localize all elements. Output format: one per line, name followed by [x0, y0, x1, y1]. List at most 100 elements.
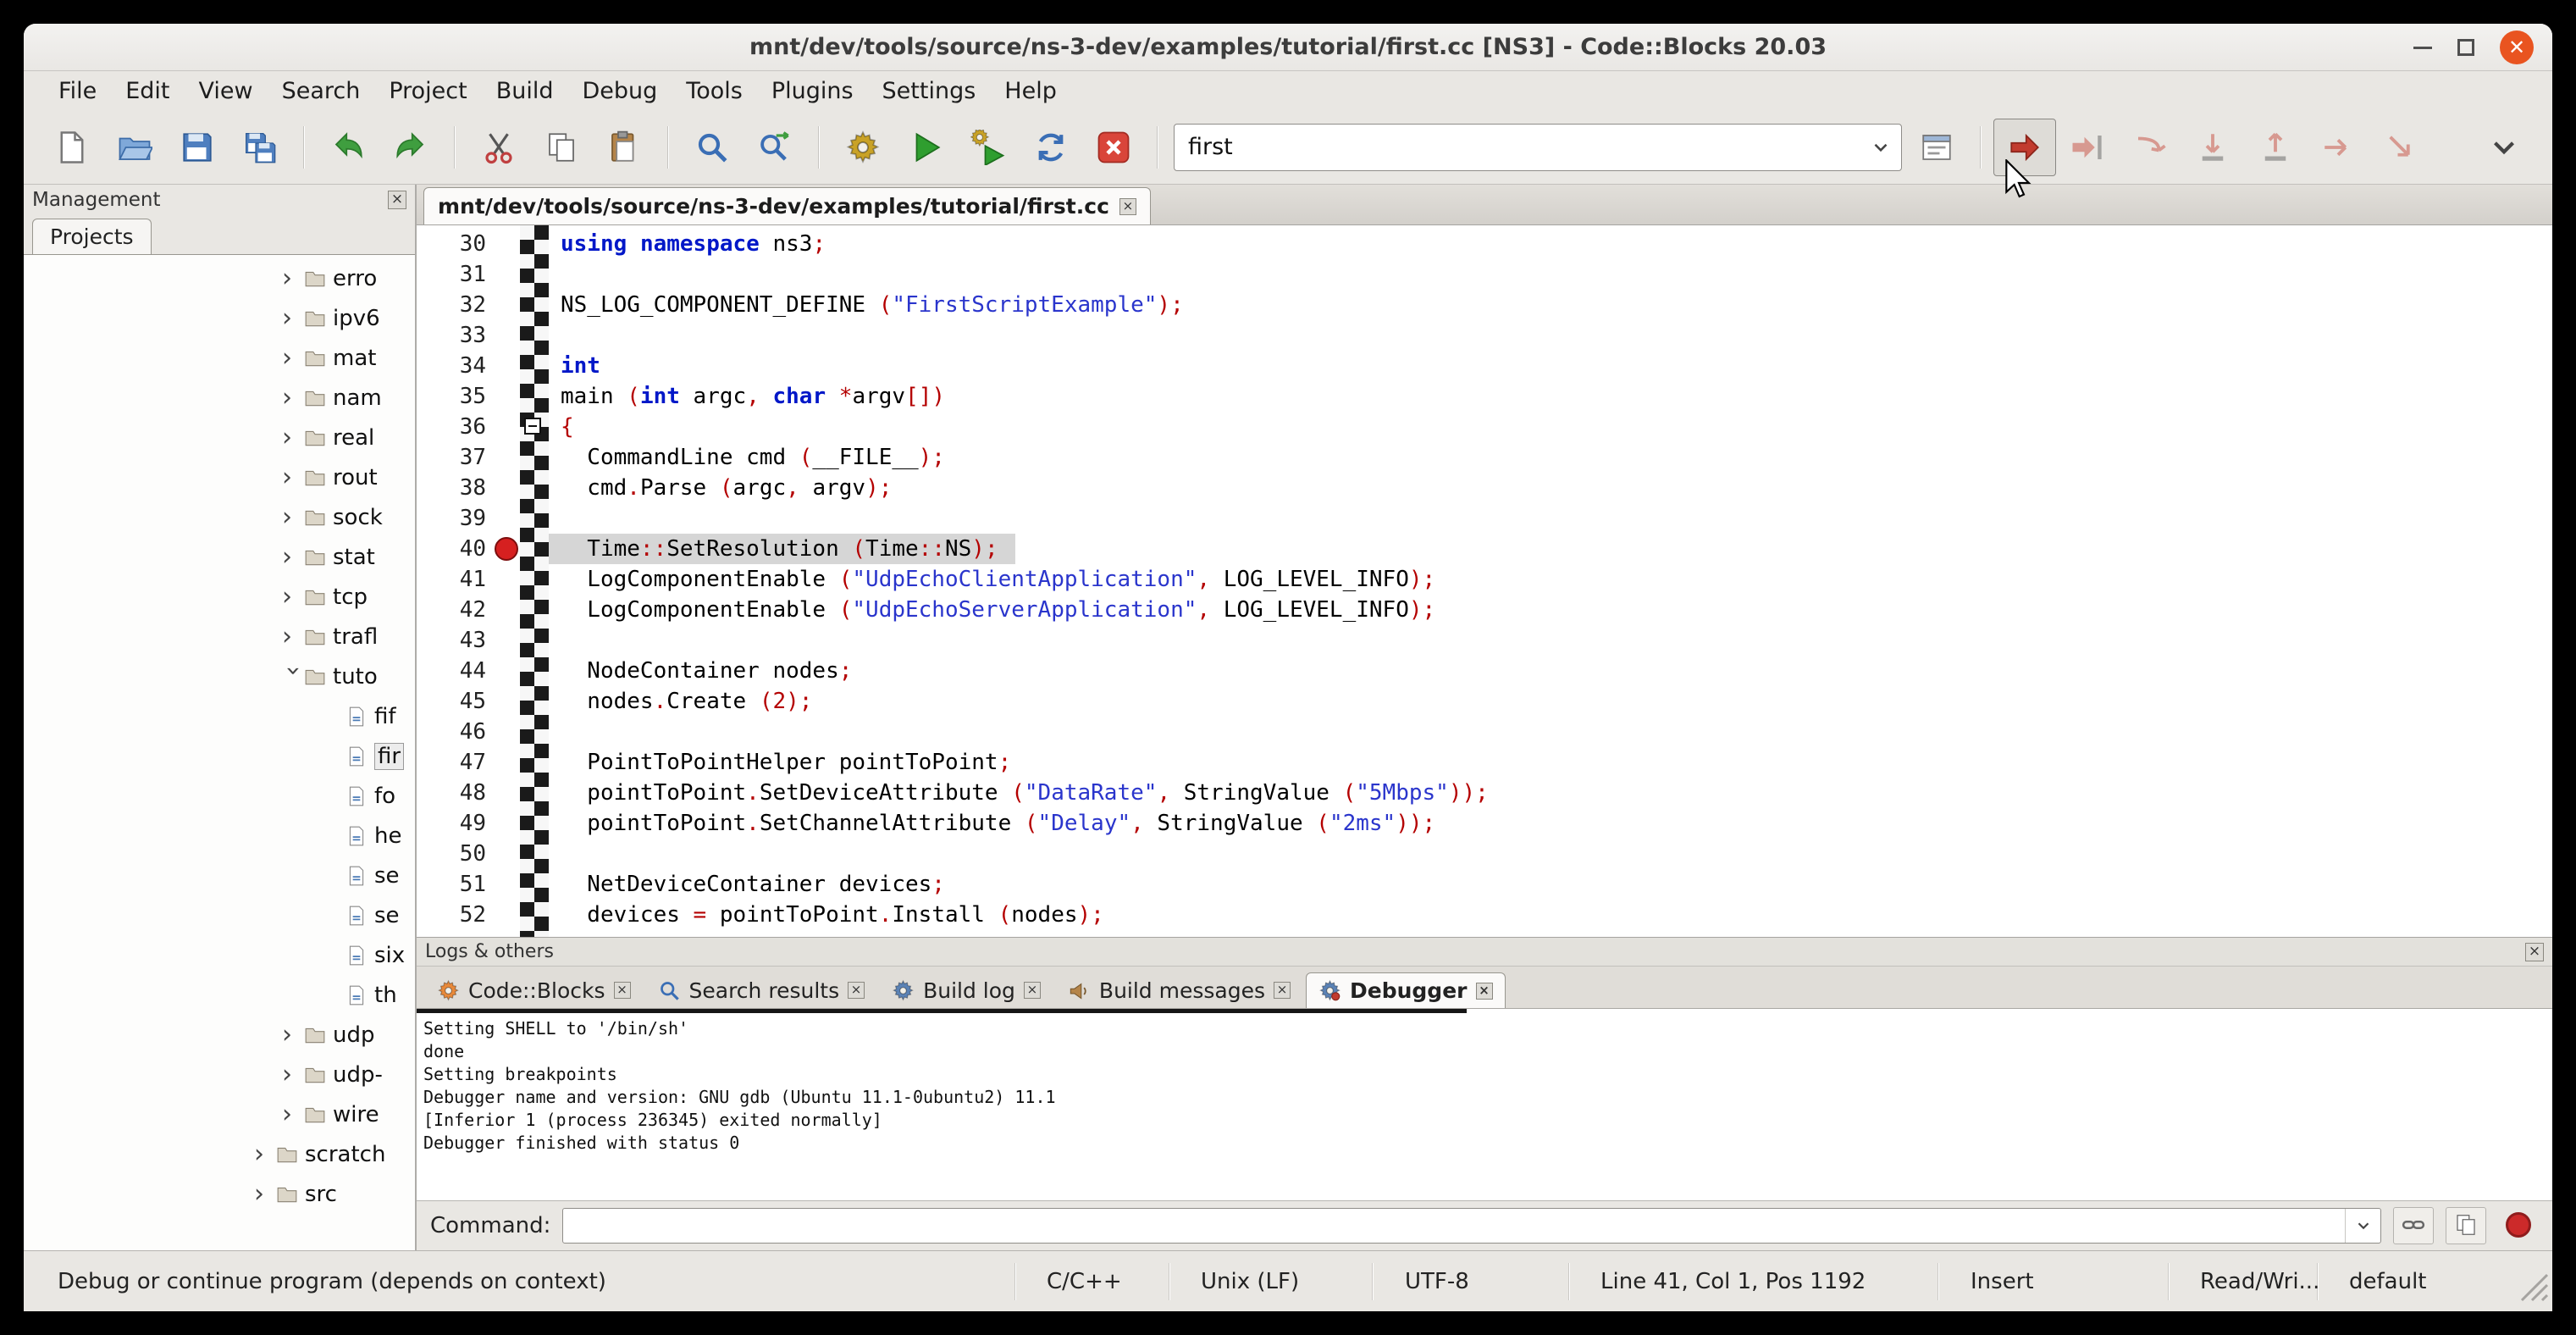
log-tab-search-results[interactable]: Search results× — [646, 972, 877, 1008]
tree-item-rout[interactable]: ›rout — [24, 457, 415, 497]
build-target-combobox[interactable]: first — [1174, 124, 1902, 171]
new-file-button[interactable] — [41, 119, 103, 176]
code-line-35[interactable]: 35main (int argc, char *argv[]) — [417, 381, 2552, 412]
code-line-30[interactable]: 30using namespace ns3; — [417, 229, 2552, 259]
fold-gutter[interactable] — [520, 839, 549, 869]
cut-button[interactable] — [467, 119, 530, 176]
chevron-collapsed-icon[interactable]: › — [282, 1104, 304, 1126]
breakpoint-gutter[interactable] — [495, 473, 520, 503]
chevron-collapsed-icon[interactable]: › — [282, 347, 304, 369]
code-line-50[interactable]: 50 — [417, 839, 2552, 869]
tree-item-scratch[interactable]: ›scratch — [24, 1134, 415, 1174]
command-dropdown-icon[interactable] — [2345, 1209, 2380, 1243]
log-tab-close-icon[interactable]: × — [1274, 982, 1291, 999]
code-line-51[interactable]: 51 NetDeviceContainer devices; — [417, 869, 2552, 900]
log-tab-close-icon[interactable]: × — [1024, 982, 1041, 999]
fold-gutter[interactable] — [520, 747, 549, 778]
tree-item-se[interactable]: se — [24, 895, 415, 935]
tree-item-fir[interactable]: fir — [24, 736, 415, 776]
code-line-45[interactable]: 45 nodes.Create (2); — [417, 686, 2552, 717]
resize-grip-icon[interactable] — [2510, 1263, 2549, 1308]
fold-gutter[interactable] — [520, 564, 549, 595]
tree-item-wire[interactable]: ›wire — [24, 1094, 415, 1134]
run-to-cursor-button[interactable] — [2056, 119, 2119, 176]
fold-gutter[interactable] — [520, 808, 549, 839]
code-line-46[interactable]: 46 — [417, 717, 2552, 747]
line-number[interactable]: 45 — [417, 686, 495, 717]
debugger-log[interactable]: Setting SHELL to '/bin/sh'doneSetting br… — [417, 1009, 2552, 1201]
code-line-39[interactable]: 39 — [417, 503, 2552, 534]
code-line-49[interactable]: 49 pointToPoint.SetChannelAttribute ("De… — [417, 808, 2552, 839]
fold-gutter[interactable] — [520, 900, 549, 930]
log-tab-code-blocks[interactable]: Code::Blocks× — [425, 972, 643, 1008]
code-line-33[interactable]: 33 — [417, 320, 2552, 351]
line-number[interactable]: 49 — [417, 808, 495, 839]
editor-tab-close-icon[interactable]: × — [1119, 198, 1136, 215]
tree-item-th[interactable]: th — [24, 975, 415, 1015]
code-line-47[interactable]: 47 PointToPointHelper pointToPoint; — [417, 747, 2552, 778]
code-line-34[interactable]: 34int — [417, 351, 2552, 381]
line-number[interactable]: 51 — [417, 869, 495, 900]
breakpoint-gutter[interactable] — [495, 900, 520, 930]
breakpoint-gutter[interactable] — [495, 229, 520, 259]
line-number[interactable]: 42 — [417, 595, 495, 625]
open-file-button[interactable] — [103, 119, 166, 176]
paste-button[interactable] — [593, 119, 655, 176]
tree-item-fo[interactable]: fo — [24, 776, 415, 816]
log-tab-build-log[interactable]: Build log× — [880, 972, 1053, 1008]
breakpoint-gutter[interactable] — [495, 778, 520, 808]
line-number[interactable]: 36 — [417, 412, 495, 442]
debug-windows-button[interactable] — [1905, 119, 1968, 176]
code-line-44[interactable]: 44 NodeContainer nodes; — [417, 656, 2552, 686]
breakpoint-gutter[interactable] — [495, 503, 520, 534]
run-button[interactable] — [894, 119, 957, 176]
chevron-collapsed-icon[interactable]: › — [282, 546, 304, 568]
redo-button[interactable] — [379, 119, 442, 176]
step-out-button[interactable] — [2244, 119, 2307, 176]
logs-close-icon[interactable]: × — [2525, 943, 2544, 961]
fold-gutter[interactable] — [520, 229, 549, 259]
line-number[interactable]: 37 — [417, 442, 495, 473]
breakpoint-gutter[interactable] — [495, 839, 520, 869]
breakpoint-gutter[interactable] — [495, 534, 520, 564]
next-line-button[interactable] — [2119, 119, 2181, 176]
tree-item-sock[interactable]: ›sock — [24, 497, 415, 537]
fold-gutter[interactable] — [520, 595, 549, 625]
fold-gutter[interactable] — [520, 290, 549, 320]
tree-item-nam[interactable]: ›nam — [24, 378, 415, 418]
menu-edit[interactable]: Edit — [111, 75, 184, 108]
chevron-collapsed-icon[interactable]: › — [282, 268, 304, 290]
breakpoint-gutter[interactable] — [495, 869, 520, 900]
undo-button[interactable] — [317, 119, 379, 176]
line-number[interactable]: 40 — [417, 534, 495, 564]
chevron-down-button[interactable] — [2473, 119, 2535, 176]
fold-gutter[interactable] — [520, 503, 549, 534]
tree-item-trafl[interactable]: ›trafl — [24, 617, 415, 656]
fold-gutter[interactable] — [520, 351, 549, 381]
abort-build-button[interactable] — [1082, 119, 1145, 176]
code-line-43[interactable]: 43 — [417, 625, 2552, 656]
menu-build[interactable]: Build — [482, 75, 568, 108]
tree-item-he[interactable]: he — [24, 816, 415, 856]
breakpoint-icon[interactable] — [495, 537, 518, 561]
chevron-collapsed-icon[interactable]: › — [282, 387, 304, 409]
editor-tab[interactable]: mnt/dev/tools/source/ns-3-dev/examples/t… — [423, 187, 1151, 224]
menu-file[interactable]: File — [44, 75, 111, 108]
tree-item-src[interactable]: ›src — [24, 1174, 415, 1214]
tree-item-tuto[interactable]: ›tuto — [24, 656, 415, 696]
fold-gutter[interactable] — [520, 686, 549, 717]
menu-project[interactable]: Project — [374, 75, 481, 108]
breakpoint-gutter[interactable] — [495, 351, 520, 381]
breakpoint-gutter[interactable] — [495, 625, 520, 656]
menu-search[interactable]: Search — [268, 75, 375, 108]
tree-item-six[interactable]: six — [24, 935, 415, 975]
line-number[interactable]: 30 — [417, 229, 495, 259]
debugger-copy-button[interactable] — [2446, 1207, 2486, 1244]
code-line-32[interactable]: 32NS_LOG_COMPONENT_DEFINE ("FirstScriptE… — [417, 290, 2552, 320]
breakpoint-gutter[interactable] — [495, 412, 520, 442]
breakpoint-gutter[interactable] — [495, 381, 520, 412]
breakpoint-gutter[interactable] — [495, 595, 520, 625]
chevron-collapsed-icon[interactable]: › — [254, 1183, 276, 1205]
chevron-collapsed-icon[interactable]: › — [282, 1064, 304, 1086]
minimize-button[interactable] — [2413, 47, 2432, 49]
